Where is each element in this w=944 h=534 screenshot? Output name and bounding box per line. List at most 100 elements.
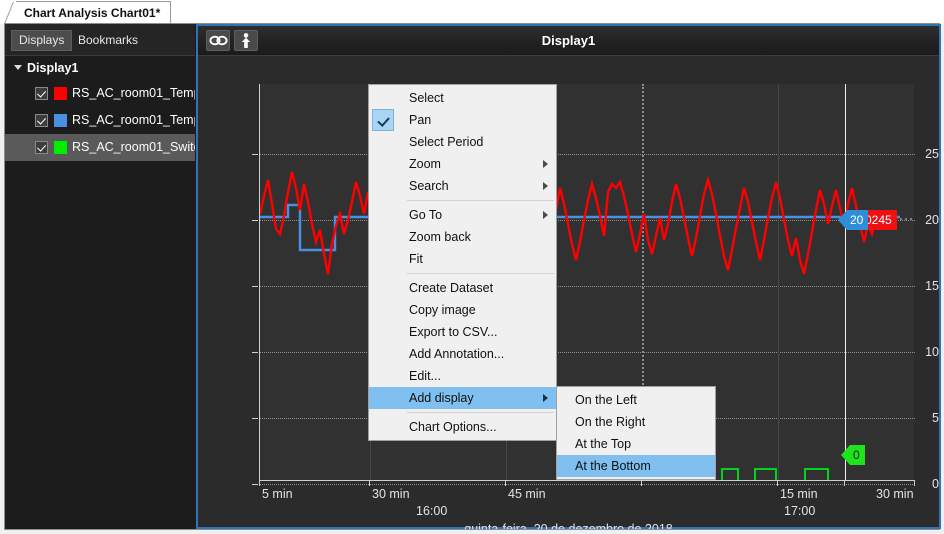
menu-item-edit[interactable]: Edit... [369, 365, 556, 387]
xtick-mark [505, 480, 506, 486]
series-red-temperature [260, 172, 876, 274]
menu-item-label: Select [409, 91, 444, 105]
add-display-submenu[interactable]: On the Left On the Right At the Top At t… [556, 386, 716, 480]
context-menu[interactable]: Select Pan Select Period Zoom Search [368, 84, 557, 441]
chevron-down-icon[interactable] [14, 65, 22, 70]
link-icon[interactable] [206, 30, 230, 51]
cursor-line[interactable] [845, 84, 846, 480]
x-axis-line [259, 480, 915, 481]
menu-item-select-period[interactable]: Select Period [369, 131, 556, 153]
document-tabstrip: Chart Analysis Chart01* [0, 0, 944, 24]
submenu-item-at-the-bottom[interactable]: At the Bottom [557, 455, 715, 477]
menu-item-label: Pan [409, 113, 431, 127]
xtick-sub-1600: 16:00 [416, 504, 447, 518]
menu-item-label: Create Dataset [409, 281, 493, 295]
displays-tree: Display1 RS_AC_room01_Temper RS_AC_room0… [5, 56, 195, 529]
xtick-label-4: 30 min [876, 487, 914, 501]
menu-item-label: Fit [409, 252, 423, 266]
left-panel: Displays Bookmarks Display1 RS_AC_room01… [5, 24, 195, 529]
menu-item-pan[interactable]: Pan [369, 109, 556, 131]
xtick-sub-1700: 17:00 [784, 504, 815, 518]
ytick-mark [252, 352, 258, 353]
menu-item-fit[interactable]: Fit [369, 248, 556, 270]
tree-item-label: RS_AC_room01_Temper [72, 107, 195, 134]
ytick-mark [252, 154, 258, 155]
link-icon-svg [207, 31, 229, 50]
submenu-item-label: At the Top [575, 437, 631, 451]
person-icon[interactable] [234, 30, 258, 51]
tree-item-1[interactable]: RS_AC_room01_Temper [5, 107, 195, 134]
marker-blue-value: 20 [850, 213, 863, 227]
document-tab[interactable]: Chart Analysis Chart01* [16, 1, 171, 23]
xtick-mark [777, 480, 778, 486]
tree-item-label: RS_AC_room01_Switche [72, 134, 195, 161]
menu-separator [407, 412, 554, 413]
tree-item-0[interactable]: RS_AC_room01_Temper [5, 80, 195, 107]
chevron-right-icon [543, 211, 548, 219]
gridline-0 [260, 484, 915, 485]
menu-item-search[interactable]: Search [369, 175, 556, 197]
submenu-item-on-the-left[interactable]: On the Left [557, 389, 715, 411]
xtick-label-3: 15 min [780, 487, 818, 501]
menu-item-go-to[interactable]: Go To [369, 204, 556, 226]
marker-red-value: 0245 [865, 213, 892, 227]
checkbox-icon[interactable] [35, 114, 48, 127]
menu-separator [407, 273, 554, 274]
chart-date-label: quinta-feira, 20 de dezembro de 2018 [198, 522, 939, 529]
tree-root-label: Display1 [27, 61, 78, 75]
menu-item-add-annotation[interactable]: Add Annotation... [369, 343, 556, 365]
xtick-label-1: 30 min [372, 487, 410, 501]
chevron-right-icon [543, 394, 548, 402]
xtick-mark [259, 480, 260, 486]
check-icon [372, 109, 394, 131]
ytick-mark [252, 418, 258, 419]
checkbox-icon[interactable] [35, 141, 48, 154]
person-icon-svg [235, 31, 257, 50]
submenu-item-label: At the Bottom [575, 459, 651, 473]
menu-item-export-to-csv[interactable]: Export to CSV... [369, 321, 556, 343]
menu-item-label: Edit... [409, 369, 441, 383]
chevron-right-icon [543, 160, 548, 168]
tree-item-2[interactable]: RS_AC_room01_Switche [5, 134, 195, 161]
menu-item-copy-image[interactable]: Copy image [369, 299, 556, 321]
tab-displays[interactable]: Displays [11, 30, 72, 51]
ytick-mark [252, 220, 258, 221]
menu-item-chart-options[interactable]: Chart Options... [369, 416, 556, 438]
menu-item-zoom[interactable]: Zoom [369, 153, 556, 175]
submenu-item-at-the-top[interactable]: At the Top [557, 433, 715, 455]
tab-bookmarks[interactable]: Bookmarks [71, 30, 145, 51]
menu-item-label: Add Annotation... [409, 347, 504, 361]
menu-item-label: Add display [409, 391, 474, 405]
chart-panel: Display1 25 20 15 [196, 24, 941, 529]
menu-item-label: Select Period [409, 135, 483, 149]
tree-root-display1[interactable]: Display1 [5, 56, 195, 80]
submenu-item-on-the-right[interactable]: On the Right [557, 411, 715, 433]
menu-item-label: Chart Options... [409, 420, 497, 434]
chart-analysis-window: Displays Bookmarks Display1 RS_AC_room01… [4, 23, 940, 530]
chart-header: Display1 [198, 26, 939, 56]
menu-item-create-dataset[interactable]: Create Dataset [369, 277, 556, 299]
menu-item-select[interactable]: Select [369, 87, 556, 109]
menu-item-label: Copy image [409, 303, 476, 317]
marker-value-green[interactable]: 0 [850, 445, 865, 465]
menu-item-label: Go To [409, 208, 442, 222]
xtick-mark [641, 480, 642, 486]
marker-green-value: 0 [853, 448, 860, 462]
xtick-mark [369, 480, 370, 486]
color-swatch-blue [54, 114, 67, 127]
marker-value-blue[interactable]: 20 [847, 210, 868, 230]
submenu-item-label: On the Left [575, 393, 637, 407]
menu-item-label: Zoom back [409, 230, 471, 244]
xtick-mark [914, 480, 915, 486]
checkbox-icon[interactable] [35, 87, 48, 100]
submenu-item-label: On the Right [575, 415, 645, 429]
menu-item-label: Zoom [409, 157, 441, 171]
menu-item-zoom-back[interactable]: Zoom back [369, 226, 556, 248]
xtick-label-0: 5 min [262, 487, 293, 501]
menu-item-add-display[interactable]: Add display [369, 387, 556, 409]
series-green-switch-pulses [722, 469, 900, 480]
xtick-mark [844, 480, 845, 486]
marker-nose [838, 210, 847, 230]
chart-title: Display1 [198, 26, 939, 55]
menu-item-label: Export to CSV... [409, 325, 497, 339]
